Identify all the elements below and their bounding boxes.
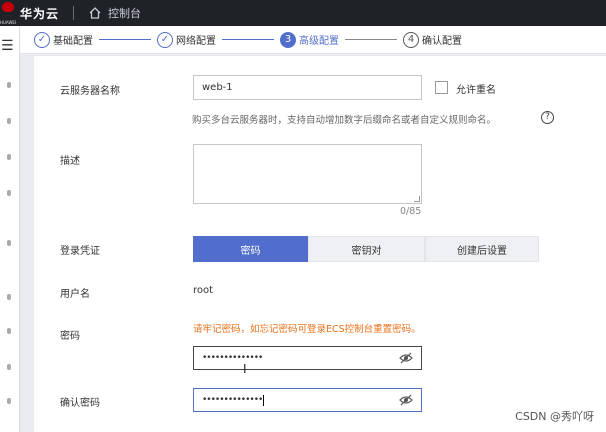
- step-connector: [99, 39, 151, 40]
- char-counter: 0/85: [400, 206, 422, 217]
- huawei-logo[interactable]: HUAWEI: [0, 0, 20, 26]
- advanced-config-form: 云服务器名称 web-1 允许重名 购买多台云服务器时，支持自动增加数字后缀命名…: [34, 56, 606, 432]
- console-link[interactable]: 控制台: [108, 5, 141, 21]
- help-icon[interactable]: ?: [541, 111, 554, 124]
- rail-item-icon[interactable]: [7, 328, 11, 334]
- step-number: 4: [403, 31, 419, 48]
- step-network[interactable]: ✓ 网络配置: [157, 31, 216, 48]
- top-bar: HUAWEI 华为云 控制台: [0, 0, 606, 26]
- rail-item-icon[interactable]: [7, 118, 11, 124]
- password-warning: 请牢记密码，如忘记密码可登录ECS控制台重置密码。: [193, 324, 421, 335]
- login-option-password[interactable]: 密码: [193, 236, 308, 262]
- resize-handle-icon[interactable]: [414, 196, 420, 202]
- text-cursor-icon: I: [243, 362, 247, 376]
- username-label: 用户名: [60, 289, 90, 300]
- step-indicator: ✓ 基础配置 ✓ 网络配置 3 高级配置 4 确认配置: [20, 26, 606, 54]
- step-connector: [345, 39, 397, 40]
- login-option-later[interactable]: 创建后设置: [425, 236, 539, 262]
- password-masked-value: ••••••••••••••: [202, 353, 263, 363]
- eye-hidden-icon[interactable]: [399, 352, 413, 364]
- confirm-password-masked-value: ••••••••••••••: [202, 395, 263, 405]
- rail-item-icon[interactable]: [7, 294, 11, 300]
- rail-item-icon[interactable]: [7, 240, 11, 246]
- rail-item-icon[interactable]: [7, 190, 11, 196]
- step-advanced[interactable]: 3 高级配置: [280, 31, 339, 48]
- server-name-hint: 购买多台云服务器时，支持自动增加数字后缀命名或者自定义规则命名。: [192, 115, 497, 126]
- password-input[interactable]: ••••••••••••••: [193, 346, 422, 370]
- password-label: 密码: [60, 331, 80, 342]
- step-label: 基础配置: [53, 36, 93, 47]
- login-credential-label: 登录凭证: [60, 246, 100, 257]
- step-label: 确认配置: [422, 36, 462, 47]
- step-basic[interactable]: ✓ 基础配置: [34, 31, 93, 48]
- allow-duplicate-label[interactable]: 允许重名: [456, 81, 496, 96]
- left-rail: ☰: [0, 26, 20, 432]
- check-icon: ✓: [157, 31, 173, 48]
- watermark: CSDN @秀吖呀: [515, 410, 594, 423]
- confirm-password-input[interactable]: ••••••••••••••: [193, 388, 422, 412]
- description-textarea[interactable]: [193, 144, 422, 204]
- server-name-label: 云服务器名称: [60, 86, 120, 97]
- username-value: root: [193, 285, 214, 296]
- rail-item-icon[interactable]: [7, 82, 11, 88]
- rail-item-icon[interactable]: [7, 398, 11, 404]
- step-number: 3: [280, 31, 296, 48]
- rail-item-icon[interactable]: [7, 154, 11, 160]
- huawei-flower-icon: [2, 2, 14, 12]
- logo-text: HUAWEI: [0, 20, 17, 25]
- confirm-password-label: 确认密码: [60, 398, 100, 409]
- server-name-input[interactable]: web-1: [193, 75, 422, 100]
- step-confirm[interactable]: 4 确认配置: [403, 31, 462, 48]
- eye-hidden-icon[interactable]: [399, 394, 413, 406]
- menu-icon[interactable]: ☰: [1, 38, 14, 54]
- home-icon[interactable]: [88, 6, 102, 20]
- step-label: 高级配置: [299, 36, 339, 47]
- allow-duplicate-checkbox[interactable]: [435, 81, 448, 94]
- text-caret: [263, 394, 265, 406]
- step-connector: [222, 39, 274, 40]
- brand-name[interactable]: 华为云: [20, 5, 59, 22]
- rail-item-icon[interactable]: [7, 364, 11, 370]
- check-icon: ✓: [34, 31, 50, 48]
- header-divider: [73, 6, 75, 20]
- step-label: 网络配置: [176, 36, 216, 47]
- login-option-keypair[interactable]: 密钥对: [308, 236, 425, 262]
- description-label: 描述: [60, 156, 80, 167]
